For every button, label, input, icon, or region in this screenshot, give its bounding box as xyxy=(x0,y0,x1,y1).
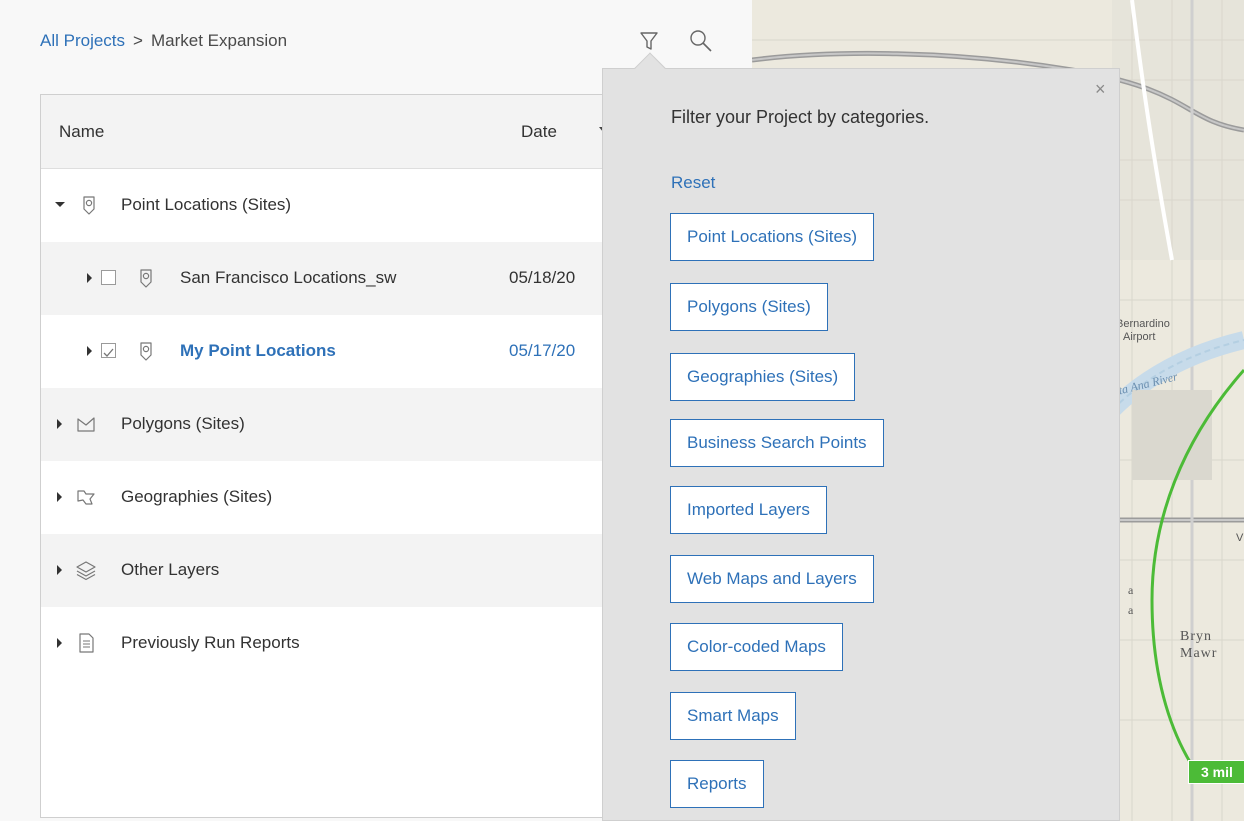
row-date: 05/17/20 xyxy=(509,341,576,360)
row-label: My Point Locations xyxy=(180,341,336,360)
map-pin-icon xyxy=(140,269,152,288)
filter-title: Filter your Project by categories. xyxy=(671,107,930,127)
collapse-caret-icon[interactable] xyxy=(55,202,65,207)
close-icon[interactable]: × xyxy=(1095,79,1106,100)
reset-link[interactable]: Reset xyxy=(671,173,715,193)
map-label-airport: Bernardino 'l Airport xyxy=(1116,318,1170,344)
breadcrumb: All Projects > Market Expansion xyxy=(40,31,287,51)
row-label: Point Locations (Sites) xyxy=(121,195,292,214)
search-icon[interactable] xyxy=(688,28,714,54)
row-label: Previously Run Reports xyxy=(121,633,300,652)
expand-caret-icon[interactable] xyxy=(57,492,62,502)
expand-caret-icon[interactable] xyxy=(57,419,62,429)
map-pin-icon xyxy=(140,342,152,361)
row-label: Other Layers xyxy=(121,560,220,579)
table-row-geographies[interactable]: Geographies (Sites) xyxy=(41,461,619,534)
column-header-name[interactable]: Name xyxy=(59,122,104,142)
filter-chip-reports[interactable]: Reports xyxy=(670,760,764,808)
table-header: Name Date xyxy=(41,95,619,169)
map-label-airport-line2: 'l Airport xyxy=(1116,331,1156,343)
filter-chip-business-search-points[interactable]: Business Search Points xyxy=(670,419,884,467)
filter-chip-color-coded-maps[interactable]: Color-coded Maps xyxy=(670,623,843,671)
expand-caret-icon[interactable] xyxy=(57,638,62,648)
row-label: Polygons (Sites) xyxy=(121,414,245,433)
breadcrumb-current: Market Expansion xyxy=(150,31,288,50)
table-row-previously-run-reports[interactable]: Previously Run Reports xyxy=(41,607,619,680)
map-label-town: Bryn Mawr xyxy=(1180,628,1217,662)
map-label-fragment-v: V xyxy=(1236,532,1244,544)
map-label-town-line1: Bryn xyxy=(1180,629,1212,644)
layers-icon xyxy=(76,561,96,581)
table-row-san-francisco-locations[interactable]: San Francisco Locations_sw 05/18/20 xyxy=(41,242,619,315)
map-label-fragment-a1: a xyxy=(1128,583,1134,597)
row-date: 05/18/20 xyxy=(509,268,576,287)
row-label: San Francisco Locations_sw xyxy=(180,268,397,287)
ring-distance-label: 3 mil xyxy=(1188,760,1244,784)
checkmark-icon xyxy=(103,348,114,357)
filter-popover: × Filter your Project by categories. Res… xyxy=(602,52,1120,821)
geography-icon xyxy=(77,490,95,505)
filter-chip-web-maps-and-layers[interactable]: Web Maps and Layers xyxy=(670,555,874,603)
map-pin-icon xyxy=(83,196,95,215)
map-label-fragment-a2: a xyxy=(1128,603,1134,617)
project-layer-table: Name Date Point Locations (Sites) San Fr… xyxy=(40,94,620,818)
map-label-town-line2: Mawr xyxy=(1180,646,1218,661)
filter-chip-smart-maps[interactable]: Smart Maps xyxy=(670,692,796,740)
funnel-icon[interactable] xyxy=(636,28,662,54)
filter-chip-geographies[interactable]: Geographies (Sites) xyxy=(670,353,856,401)
map-label-airport-line1: Bernardino xyxy=(1116,318,1170,330)
expand-caret-icon[interactable] xyxy=(57,565,62,575)
filter-chip-point-locations[interactable]: Point Locations (Sites) xyxy=(670,213,875,261)
expand-caret-icon[interactable] xyxy=(87,346,92,356)
layer-checkbox[interactable] xyxy=(101,270,116,285)
polygon-icon xyxy=(77,417,95,432)
expand-caret-icon[interactable] xyxy=(87,273,92,283)
filter-chip-polygons[interactable]: Polygons (Sites) xyxy=(670,283,828,331)
layer-checkbox-checked[interactable] xyxy=(101,343,116,358)
table-row-other-layers[interactable]: Other Layers xyxy=(41,534,619,607)
table-row-my-point-locations[interactable]: My Point Locations 05/17/20 xyxy=(41,315,619,388)
table-row-polygons[interactable]: Polygons (Sites) xyxy=(41,388,619,461)
column-header-date[interactable]: Date xyxy=(521,122,557,142)
table-row-point-locations[interactable]: Point Locations (Sites) xyxy=(41,169,619,242)
filter-chip-imported-layers[interactable]: Imported Layers xyxy=(670,486,827,534)
breadcrumb-all-projects[interactable]: All Projects xyxy=(40,31,125,50)
breadcrumb-separator: > xyxy=(133,31,143,50)
report-icon xyxy=(79,633,94,653)
row-label: Geographies (Sites) xyxy=(121,487,273,506)
